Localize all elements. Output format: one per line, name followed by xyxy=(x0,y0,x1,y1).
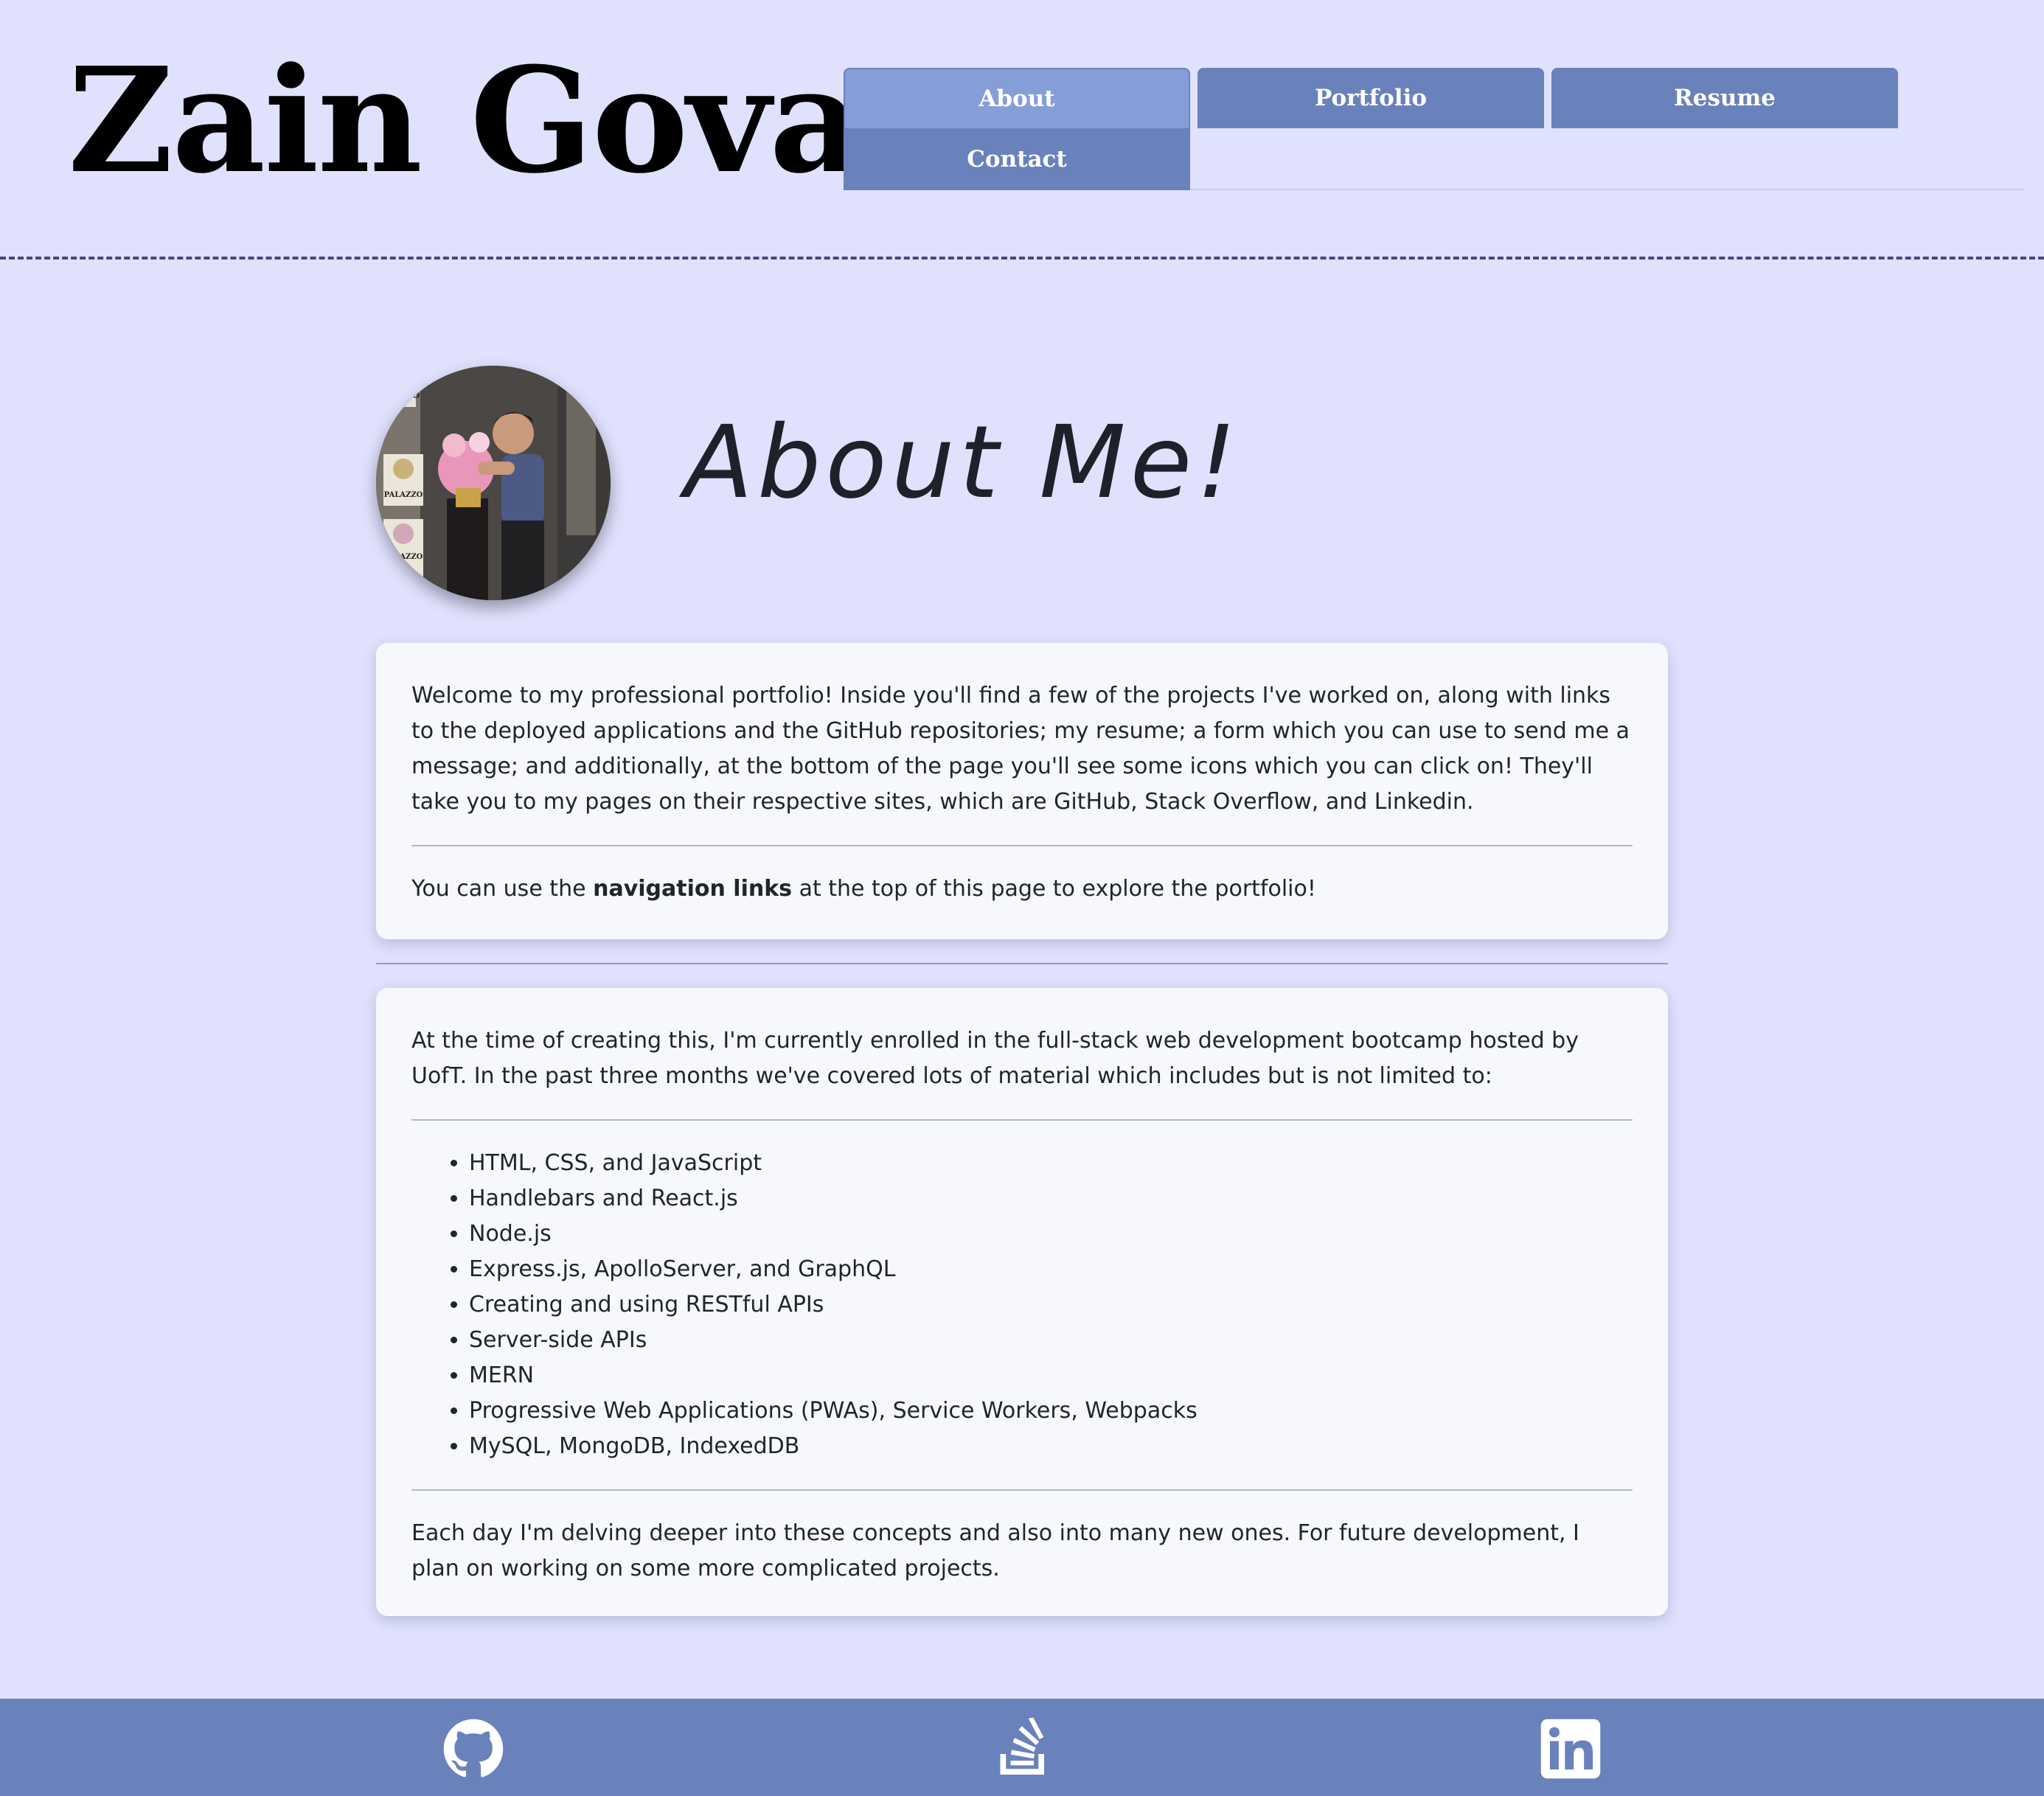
sign-text-2: PALAZZO xyxy=(384,491,423,499)
intro-card: Welcome to my professional portfolio! In… xyxy=(376,643,1668,939)
nav-tab-portfolio[interactable]: Portfolio xyxy=(1197,68,1544,128)
avatar: ALAZZO PALAZZO PALAZZO xyxy=(376,366,611,600)
site-footer xyxy=(0,1699,2044,1796)
linkedin-link[interactable] xyxy=(1540,1718,1602,1780)
bootcamp-divider-bottom xyxy=(411,1489,1633,1491)
profile-photo: ALAZZO PALAZZO PALAZZO xyxy=(376,366,611,600)
github-icon xyxy=(443,1719,504,1778)
nav-tab-about[interactable]: About xyxy=(844,68,1190,128)
section-divider xyxy=(376,963,1668,964)
skill-item: Handlebars and React.js xyxy=(469,1181,1633,1217)
nav-hint-suffix: at the top of this page to explore the p… xyxy=(792,876,1316,902)
site-header: Zain Gova About Portfolio Resume Contact xyxy=(0,0,2044,260)
skill-item: MERN xyxy=(469,1358,1633,1393)
bootcamp-divider-top xyxy=(411,1119,1633,1121)
nav-baseline xyxy=(1190,189,2023,190)
skill-item: HTML, CSS, and JavaScript xyxy=(469,1146,1633,1181)
skill-item: Server-side APIs xyxy=(469,1323,1633,1358)
skill-item: Progressive Web Applications (PWAs), Ser… xyxy=(469,1393,1633,1429)
closing-paragraph: Each day I'm delving deeper into these c… xyxy=(411,1520,1579,1581)
nav-hint-prefix: You can use the xyxy=(411,876,594,902)
sign-text-3: PALAZZO xyxy=(384,553,423,561)
site-title: Zain Gova xyxy=(68,36,863,206)
nav-tab-contact[interactable]: Contact xyxy=(844,128,1190,190)
nav-hint-emphasis: navigation links xyxy=(593,876,793,902)
main-nav: About Portfolio Resume Contact xyxy=(844,68,2023,190)
bootcamp-paragraph: At the time of creating this, I'm curren… xyxy=(411,1028,1579,1089)
linkedin-icon xyxy=(1540,1719,1601,1779)
skill-item: Creating and using RESTful APIs xyxy=(469,1287,1633,1323)
intro-paragraph: Welcome to my professional portfolio! In… xyxy=(411,683,1630,815)
skill-item: Node.js xyxy=(469,1217,1633,1252)
sign-text-1: ALAZZO xyxy=(382,391,420,400)
github-link[interactable] xyxy=(442,1718,504,1780)
bootcamp-card: At the time of creating this, I'm curren… xyxy=(376,988,1668,1616)
stack-overflow-link[interactable] xyxy=(993,1718,1054,1780)
skill-item: MySQL, MongoDB, IndexedDB xyxy=(469,1429,1633,1464)
page-heading: About Me! xyxy=(684,405,1241,521)
nav-tab-resume[interactable]: Resume xyxy=(1551,68,1898,128)
intro-divider xyxy=(411,845,1633,846)
nav-hint: You can use the navigation links at the … xyxy=(411,871,1633,907)
skill-item: Express.js, ApolloServer, and GraphQL xyxy=(469,1252,1633,1287)
skills-list: HTML, CSS, and JavaScript Handlebars and… xyxy=(411,1146,1633,1464)
stack-overflow-icon xyxy=(1000,1718,1044,1775)
